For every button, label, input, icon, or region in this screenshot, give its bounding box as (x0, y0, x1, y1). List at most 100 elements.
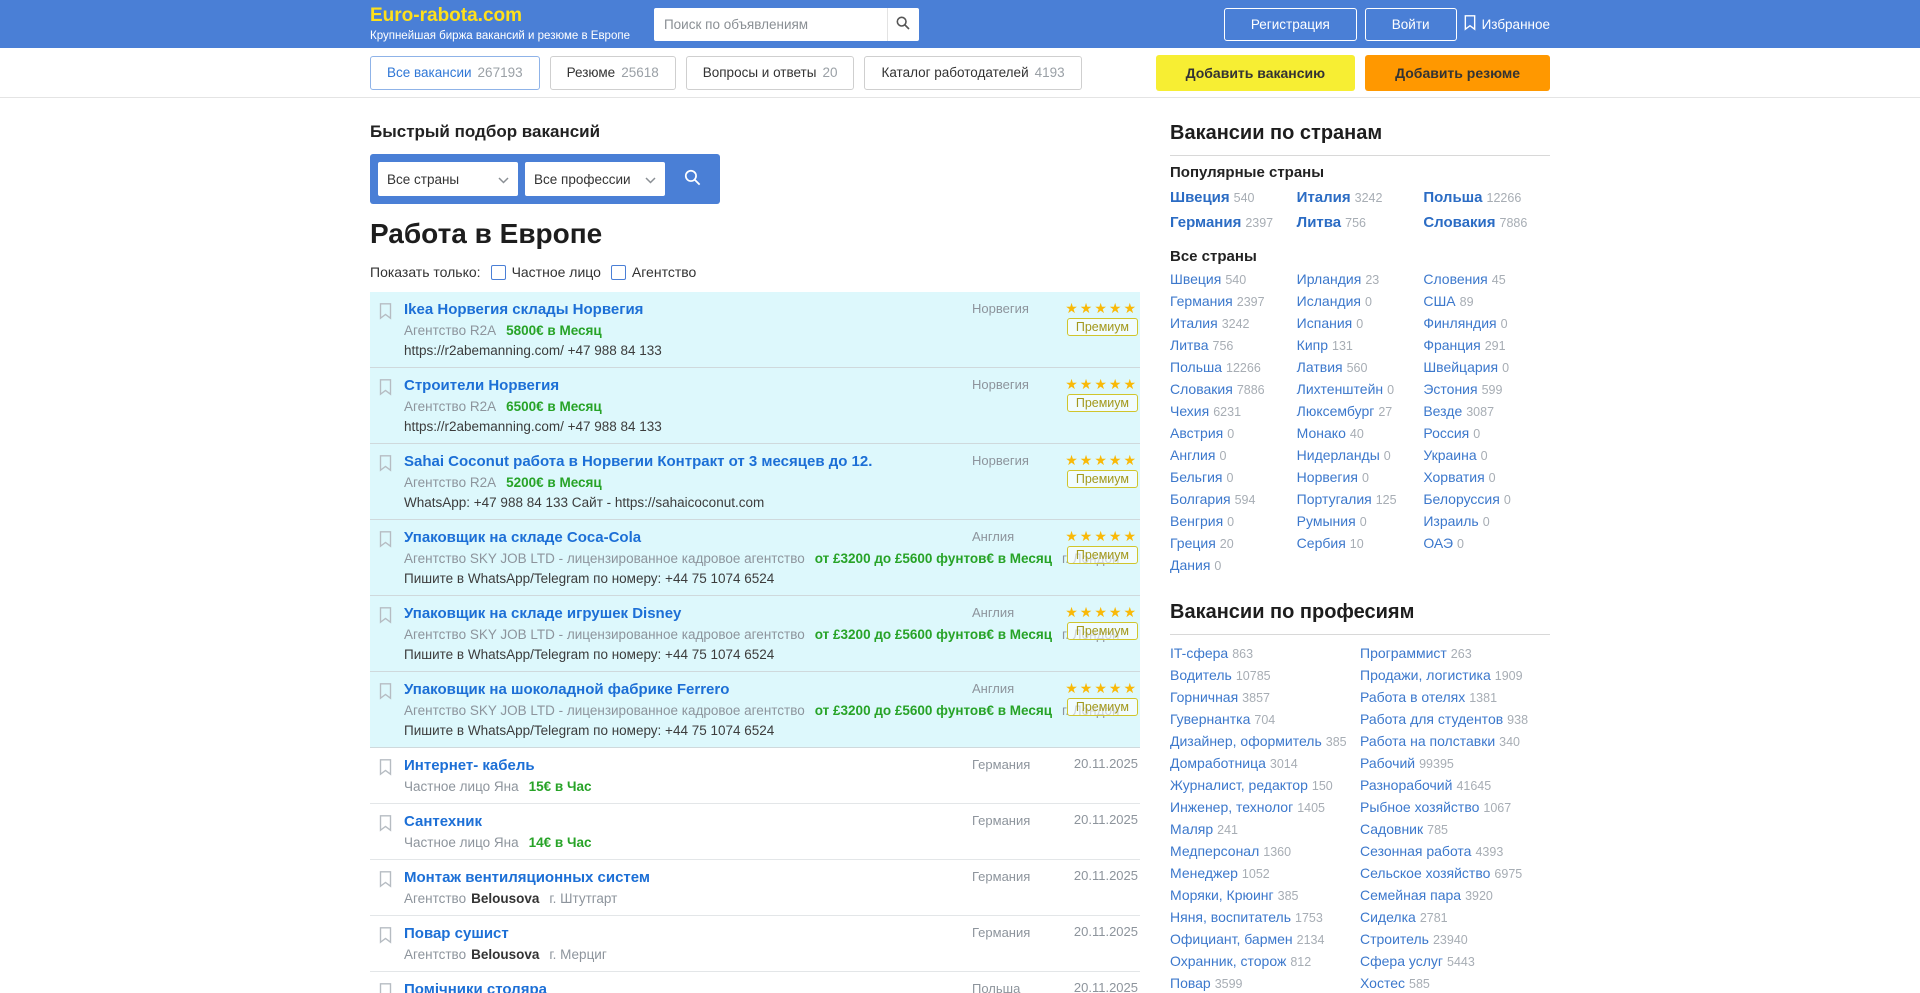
bookmark-icon[interactable] (378, 378, 393, 401)
sidebar-link[interactable]: Сербия (1297, 535, 1346, 551)
bookmark-icon[interactable] (378, 870, 393, 893)
bookmark-icon[interactable] (378, 302, 393, 325)
sidebar-link[interactable]: Рыбное хозяйство (1360, 799, 1479, 815)
sidebar-link[interactable]: Сельское хозяйство (1360, 865, 1490, 881)
sidebar-link[interactable]: Семейная пара (1360, 887, 1461, 903)
job-title-link[interactable]: Sahai Coconut работа в Норвегии Контракт… (404, 451, 872, 472)
sidebar-link[interactable]: Норвегия (1297, 469, 1358, 485)
profession-select[interactable]: Все профессии (525, 162, 665, 196)
private-person-checkbox[interactable] (491, 265, 506, 280)
sidebar-link[interactable]: Исландия (1297, 293, 1361, 309)
bookmark-icon[interactable] (378, 814, 393, 837)
sidebar-link[interactable]: Швеция (1170, 189, 1230, 206)
sidebar-link[interactable]: Дизайнер, оформитель (1170, 733, 1322, 749)
sidebar-link[interactable]: Латвия (1297, 359, 1343, 375)
sidebar-link[interactable]: Горничная (1170, 689, 1238, 705)
sidebar-link[interactable]: Инженер, технолог (1170, 799, 1293, 815)
nav-tab[interactable]: Все вакансии267193 (370, 56, 540, 90)
sidebar-link[interactable]: Домработница (1170, 755, 1266, 771)
register-button[interactable]: Регистрация (1224, 8, 1357, 41)
job-title-link[interactable]: Повар сушист (404, 923, 509, 944)
site-logo[interactable]: Euro-rabota.com Крупнейшая биржа ваканси… (370, 6, 630, 42)
sidebar-link[interactable]: Словакия (1170, 381, 1233, 397)
sidebar-link[interactable]: Англия (1170, 447, 1215, 463)
agency-checkbox[interactable] (611, 265, 626, 280)
sidebar-link[interactable]: Белоруссия (1423, 491, 1500, 507)
job-title-link[interactable]: Строители Норвегия (404, 375, 559, 396)
sidebar-link[interactable]: Монако (1297, 425, 1346, 441)
sidebar-link[interactable]: Садовник (1360, 821, 1423, 837)
bookmark-icon[interactable] (378, 682, 393, 705)
sidebar-link[interactable]: Гувернантка (1170, 711, 1250, 727)
sidebar-link[interactable]: Сезонная работа (1360, 843, 1471, 859)
sidebar-link[interactable]: Франция (1423, 337, 1480, 353)
sidebar-link[interactable]: Швеция (1170, 271, 1221, 287)
job-title-link[interactable]: Упаковщик на складе игрушек Disney (404, 603, 681, 624)
sidebar-link[interactable]: Работа для студентов (1360, 711, 1503, 727)
sidebar-link[interactable]: Везде (1423, 403, 1462, 419)
search-input[interactable] (654, 8, 887, 41)
sidebar-link[interactable]: Израиль (1423, 513, 1478, 529)
sidebar-link[interactable]: Дания (1170, 557, 1210, 573)
sidebar-link[interactable]: Польша (1423, 189, 1482, 206)
sidebar-link[interactable]: Россия (1423, 425, 1469, 441)
sidebar-link[interactable]: Австрия (1170, 425, 1223, 441)
sidebar-link[interactable]: Эстония (1423, 381, 1477, 397)
sidebar-link[interactable]: Сфера услуг (1360, 953, 1443, 969)
bookmark-icon[interactable] (378, 982, 393, 993)
country-select[interactable]: Все страны (378, 162, 518, 196)
bookmark-icon[interactable] (378, 530, 393, 553)
sidebar-link[interactable]: Швейцария (1423, 359, 1498, 375)
sidebar-link[interactable]: Болгария (1170, 491, 1231, 507)
sidebar-link[interactable]: Моряки, Крюинг (1170, 887, 1274, 903)
sidebar-link[interactable]: Продажи, логистика (1360, 667, 1491, 683)
sidebar-link[interactable]: Лихтенштейн (1297, 381, 1383, 397)
search-button[interactable] (887, 8, 919, 41)
sidebar-link[interactable]: Программист (1360, 645, 1447, 661)
sidebar-link[interactable]: Финляндия (1423, 315, 1496, 331)
job-title-link[interactable]: Интернет- кабель (404, 755, 535, 776)
agency-filter[interactable]: Агентство (611, 264, 696, 280)
job-title-link[interactable]: Сантехник (404, 811, 482, 832)
sidebar-link[interactable]: Италия (1297, 189, 1351, 206)
sidebar-link[interactable]: Украина (1423, 447, 1476, 463)
sidebar-link[interactable]: Официант, бармен (1170, 931, 1293, 947)
sidebar-link[interactable]: Испания (1297, 315, 1353, 331)
sidebar-link[interactable]: Люксембург (1297, 403, 1375, 419)
sidebar-link[interactable]: Литва (1170, 337, 1209, 353)
sidebar-link[interactable]: Кипр (1297, 337, 1328, 353)
sidebar-link[interactable]: Чехия (1170, 403, 1209, 419)
sidebar-link[interactable]: ОАЭ (1423, 535, 1453, 551)
sidebar-link[interactable]: Повар (1170, 975, 1211, 991)
sidebar-link[interactable]: Хорватия (1423, 469, 1484, 485)
sidebar-link[interactable]: Бельгия (1170, 469, 1222, 485)
sidebar-link[interactable]: IT-сфера (1170, 645, 1228, 661)
sidebar-link[interactable]: Ирландия (1297, 271, 1362, 287)
sidebar-link[interactable]: Германия (1170, 293, 1233, 309)
nav-tab[interactable]: Каталог работодателей4193 (864, 56, 1081, 90)
job-title-link[interactable]: Помічники столяра (404, 979, 547, 993)
nav-tab[interactable]: Резюме25618 (550, 56, 676, 90)
sidebar-link[interactable]: США (1423, 293, 1455, 309)
sidebar-link[interactable]: Менеджер (1170, 865, 1238, 881)
login-button[interactable]: Войти (1365, 8, 1457, 41)
sidebar-link[interactable]: Словения (1423, 271, 1487, 287)
sidebar-link[interactable]: Португалия (1297, 491, 1372, 507)
sidebar-link[interactable]: Водитель (1170, 667, 1232, 683)
sidebar-link[interactable]: Работа на полставки (1360, 733, 1495, 749)
sidebar-link[interactable]: Маляр (1170, 821, 1213, 837)
sidebar-link[interactable]: Сиделка (1360, 909, 1416, 925)
bookmark-icon[interactable] (378, 926, 393, 949)
sidebar-link[interactable]: Няня, воспитатель (1170, 909, 1291, 925)
sidebar-link[interactable]: Венгрия (1170, 513, 1223, 529)
sidebar-link[interactable]: Литва (1297, 214, 1341, 231)
private-person-filter[interactable]: Частное лицо (491, 264, 601, 280)
job-title-link[interactable]: Монтаж вентиляционных систем (404, 867, 650, 888)
sidebar-link[interactable]: Медперсонал (1170, 843, 1259, 859)
add-resume-button[interactable]: Добавить резюме (1365, 55, 1550, 91)
nav-tab[interactable]: Вопросы и ответы20 (686, 56, 855, 90)
sidebar-link[interactable]: Польша (1170, 359, 1222, 375)
sidebar-link[interactable]: Греция (1170, 535, 1216, 551)
sidebar-link[interactable]: Охранник, сторож (1170, 953, 1286, 969)
sidebar-link[interactable]: Румыния (1297, 513, 1356, 529)
